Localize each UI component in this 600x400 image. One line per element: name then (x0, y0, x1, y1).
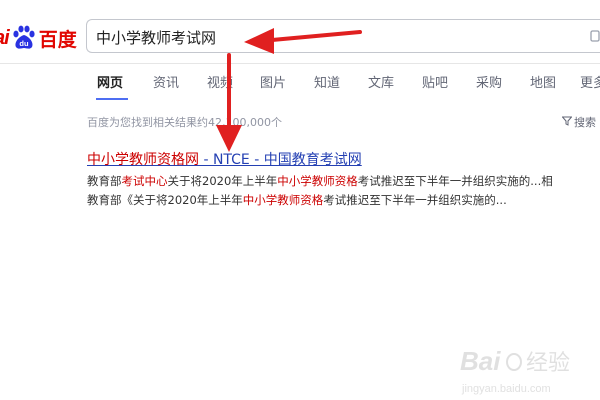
active-tab-indicator (96, 98, 128, 100)
tab-wenku[interactable]: 文库 (368, 72, 394, 91)
snippet-highlight: 中小学教师资格 (242, 193, 324, 207)
baidu-jingyan-watermark: Bai 经验 jingyan.baidu.com (452, 340, 592, 396)
search-tools-label: 搜索 (574, 116, 596, 129)
watermark-url: jingyan.baidu.com (461, 383, 551, 395)
snippet-text: 教育部 (87, 174, 122, 188)
snippet-text: 教育部《关于将2020年上半年 (87, 193, 243, 207)
search-header: ai du 百度 (0, 0, 600, 64)
tab-more[interactable]: 更多 (580, 72, 600, 91)
tab-news[interactable]: 资讯 (153, 72, 179, 91)
result-title-rest: - NTCE - 中国教育考试网 (199, 152, 362, 168)
search-box[interactable] (86, 19, 600, 53)
baidu-logo[interactable]: ai du 百度 (0, 23, 77, 53)
logo-cn-text: 百度 (38, 28, 77, 51)
result-snippet-line-1: 教育部考试中心关于将2020年上半年中小学教师资格考试推迟至下半年一并组织实施的… (87, 173, 553, 189)
funnel-icon (561, 116, 574, 129)
result-title-link[interactable]: 中小学教师资格网 - NTCE - 中国教育考试网 (87, 149, 362, 169)
tab-images[interactable]: 图片 (260, 72, 286, 91)
search-tabs: 网页 资讯 视频 图片 知道 文库 贴吧 采购 地图 更多 (0, 64, 600, 100)
logo-paw-text: du (19, 39, 29, 48)
search-tools-button[interactable]: 搜索 (561, 114, 596, 130)
snippet-highlight: 中小学教师资格 (277, 174, 358, 188)
tab-tieba[interactable]: 贴吧 (422, 72, 448, 91)
tab-video[interactable]: 视频 (207, 72, 233, 91)
result-snippet-line-2: 教育部《关于将2020年上半年中小学教师资格考试推迟至下半年一并组织实施的... (87, 192, 507, 208)
result-title-highlight: 中小学教师资格网 (87, 152, 199, 168)
snippet-text: 考试推迟至下半年一并组织实施的... (323, 193, 507, 207)
tab-purchase[interactable]: 采购 (476, 72, 502, 91)
logo-latin-text: ai (0, 26, 10, 49)
snippet-text: 考试推迟至下半年一并组织实施的...相 (357, 174, 553, 188)
tab-web[interactable]: 网页 (97, 72, 123, 91)
tab-map[interactable]: 地图 (530, 72, 556, 91)
camera-icon[interactable] (590, 28, 600, 42)
watermark-brand: Bai (460, 346, 501, 376)
tab-zhidao[interactable]: 知道 (314, 72, 340, 91)
result-count: 百度为您找到相关结果约42,100,000个 (87, 116, 282, 129)
search-input[interactable] (96, 26, 576, 48)
snippet-text: 关于将2020年上半年 (167, 174, 278, 188)
baidu-paw-icon: du (11, 25, 37, 51)
snippet-highlight: 考试中心 (121, 174, 168, 188)
watermark-brand-cn: 经验 (526, 351, 570, 376)
